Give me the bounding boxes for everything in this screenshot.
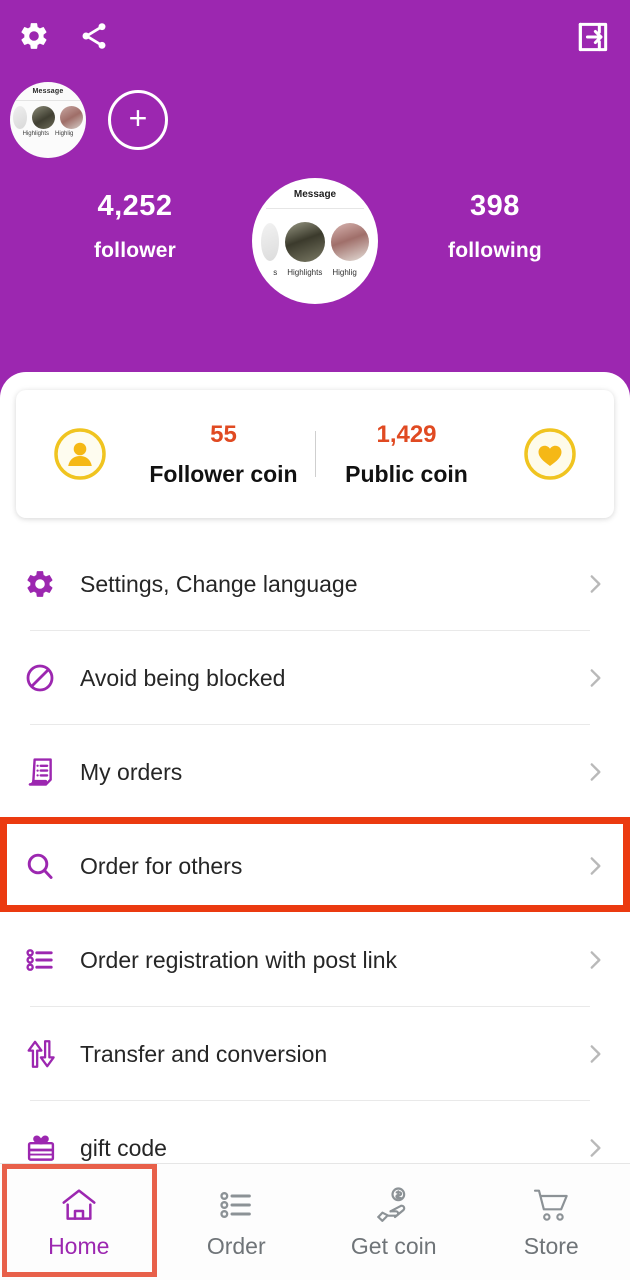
nav-item-label: Home [48, 1232, 110, 1259]
stat-followers[interactable]: 4,252 follower [45, 190, 225, 263]
profile-stats: 4,252 follower 398 following [0, 190, 630, 263]
follower-coin-column[interactable]: 55 Follower coin [133, 421, 315, 488]
get-coin-icon [374, 1185, 414, 1225]
story-label-1: Highlights [22, 131, 49, 137]
menu-item-my-orders[interactable]: My orders [0, 725, 630, 819]
list-icon [216, 1185, 256, 1225]
cart-icon [531, 1185, 571, 1225]
following-count: 398 [470, 190, 520, 222]
menu-item-transfer-conversion[interactable]: Transfer and conversion [0, 1007, 630, 1101]
story-avatar[interactable]: Message Highlights Highlig [10, 82, 86, 158]
person-coin-icon [54, 428, 106, 480]
public-coin-column[interactable]: 1,429 Public coin [316, 421, 498, 488]
bottom-navigation: Home Order Get coin Store [0, 1163, 630, 1280]
nav-item-label: Store [523, 1232, 579, 1259]
menu-item-label: Settings, Change language [80, 570, 358, 597]
block-icon [24, 662, 68, 694]
story-thumb-2 [60, 106, 83, 129]
nav-item-label: Order [206, 1232, 266, 1259]
invoice-icon [24, 755, 68, 789]
coin-columns: 55 Follower coin 1,429 Public coin [106, 421, 524, 488]
story-label-2: Highlig [55, 131, 74, 137]
app-root: Message Highlights Highlig + Message s H… [0, 0, 630, 1280]
story-avatar-labels: Highlights Highlig [10, 131, 86, 137]
story-row: Message Highlights Highlig + [10, 82, 168, 158]
menu-item-label: Avoid being blocked [80, 664, 286, 691]
story-thumb-edge [13, 106, 27, 129]
gift-icon [24, 1131, 68, 1165]
menu-item-settings[interactable]: Settings, Change language [0, 537, 630, 631]
profile-label-2: Highlig [332, 268, 357, 277]
follower-label: follower [93, 239, 177, 262]
following-label: following [448, 239, 542, 262]
search-icon [24, 850, 68, 882]
follower-coin-label: Follower coin [149, 460, 298, 487]
story-avatar-thumbs [10, 106, 86, 129]
story-thumb-1 [32, 106, 55, 129]
menu-item-avoid-blocked[interactable]: Avoid being blocked [0, 631, 630, 725]
nav-item-get-coin[interactable]: Get coin [315, 1164, 473, 1280]
chevron-right-icon [582, 759, 608, 785]
content-sheet: 55 Follower coin 1,429 Public coin Setti… [0, 372, 630, 1280]
gear-icon[interactable] [18, 20, 50, 52]
menu-item-label: My orders [80, 758, 183, 785]
nav-item-store[interactable]: Store [473, 1164, 630, 1280]
menu-item-label: Order registration with post link [80, 946, 398, 973]
chevron-right-icon [582, 853, 608, 879]
profile-label-1: Highlights [287, 268, 323, 277]
gear-icon [24, 568, 68, 600]
nav-item-order[interactable]: Order [158, 1164, 316, 1280]
chevron-right-icon [582, 665, 608, 691]
chevron-right-icon [582, 571, 608, 597]
heart-coin-icon [524, 428, 576, 480]
header-toolbar [18, 20, 110, 52]
menu-item-label: gift code [80, 1134, 167, 1161]
nav-item-home[interactable]: Home [0, 1164, 158, 1280]
chevron-right-icon [582, 1135, 608, 1161]
menu-list: Settings, Change language Avoid being bl… [0, 537, 630, 1195]
public-coin-label: Public coin [345, 460, 468, 487]
transfer-icon [24, 1037, 68, 1071]
list-icon [24, 944, 68, 976]
stat-following[interactable]: 398 following [405, 190, 585, 263]
nav-item-label: Get coin [350, 1232, 437, 1259]
chevron-right-icon [582, 947, 608, 973]
share-icon[interactable] [78, 20, 110, 52]
follower-count: 4,252 [97, 190, 173, 222]
menu-item-order-registration[interactable]: Order registration with post link [0, 913, 630, 1007]
story-avatar-divider [14, 100, 82, 101]
home-icon [59, 1185, 99, 1225]
menu-item-label: Order for others [80, 852, 243, 879]
profile-header: Message Highlights Highlig + Message s H… [0, 0, 630, 395]
profile-label-edge: s [273, 268, 278, 277]
public-coin-value: 1,429 [376, 420, 437, 448]
logout-icon[interactable] [574, 18, 612, 56]
add-story-plus: + [128, 100, 148, 136]
coin-card: 55 Follower coin 1,429 Public coin [16, 390, 614, 518]
story-avatar-title: Message [32, 88, 64, 95]
menu-item-label: Transfer and conversion [80, 1040, 328, 1067]
profile-pic-labels: s Highlights Highlig [252, 268, 378, 277]
follower-coin-value: 55 [210, 420, 237, 448]
menu-item-order-for-others[interactable]: Order for others [0, 819, 630, 913]
chevron-right-icon [582, 1041, 608, 1067]
add-story-button[interactable]: + [108, 90, 168, 150]
